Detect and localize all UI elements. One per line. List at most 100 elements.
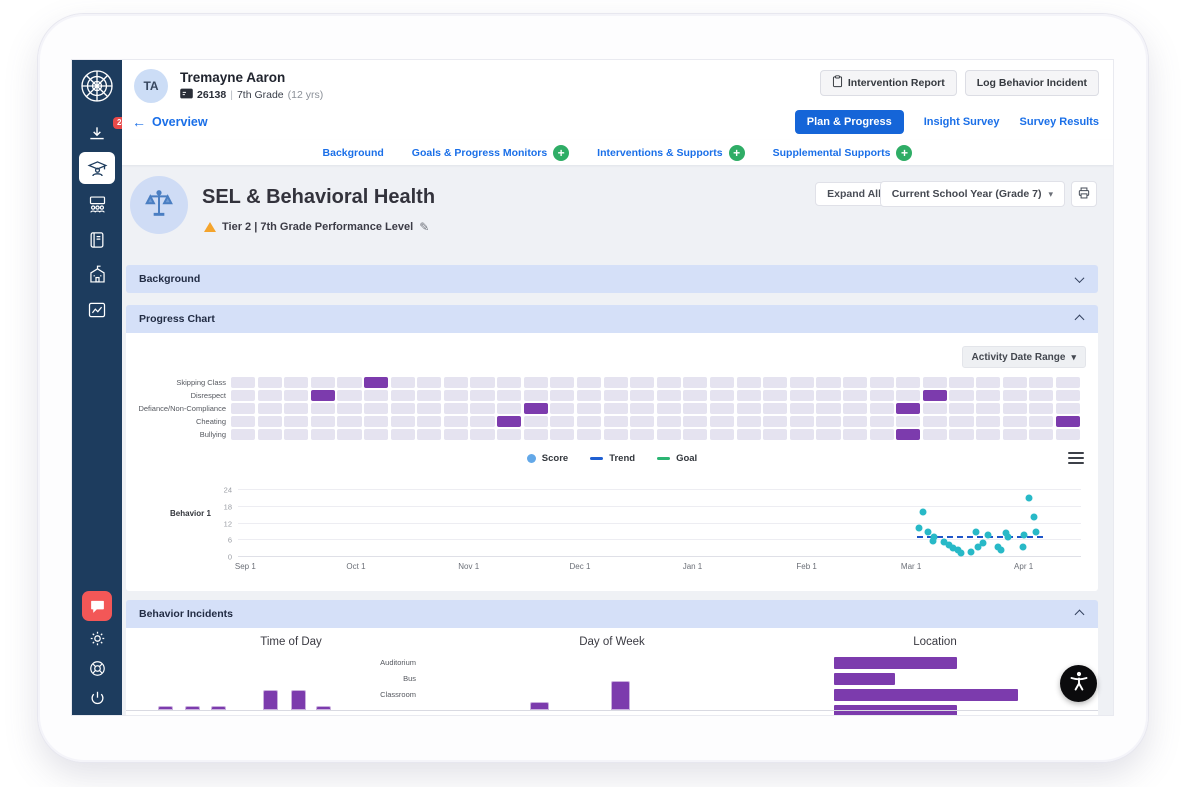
scatter-plot: 06121824Sep 1Oct 1Nov 1Dec 1Jan 1Feb 1Ma… bbox=[238, 490, 1081, 557]
sidebar-item-student-profile[interactable] bbox=[72, 152, 122, 184]
heatmap-cell bbox=[976, 390, 1000, 401]
edit-pencil-icon[interactable]: ✎ bbox=[419, 220, 429, 234]
heatmap-cell bbox=[550, 403, 574, 414]
score-point bbox=[997, 547, 1004, 554]
heatmap-cell bbox=[417, 429, 441, 440]
heatmap-cell bbox=[577, 377, 601, 388]
chart-legend: ScoreTrendGoal bbox=[126, 453, 1098, 464]
heatmap-cell bbox=[444, 403, 468, 414]
heatmap-cell bbox=[444, 416, 468, 427]
score-point bbox=[1030, 514, 1037, 521]
nav-supplemental-supports[interactable]: Supplemental Supports + bbox=[773, 145, 913, 161]
heatmap-row-label: Cheating bbox=[126, 416, 226, 427]
back-to-overview-link[interactable]: ← Overview bbox=[132, 114, 208, 130]
heatmap-cell bbox=[816, 403, 840, 414]
tab-plan-progress[interactable]: Plan & Progress bbox=[795, 110, 904, 134]
heatmap-cell bbox=[417, 416, 441, 427]
sidebar-item-chat[interactable] bbox=[72, 591, 122, 621]
add-supplemental-icon[interactable]: + bbox=[896, 145, 912, 161]
gridline bbox=[238, 506, 1081, 507]
heatmap-cell bbox=[470, 403, 494, 414]
tab-survey-results[interactable]: Survey Results bbox=[1020, 116, 1099, 128]
add-intervention-icon[interactable]: + bbox=[729, 145, 745, 161]
heatmap-cell bbox=[284, 390, 308, 401]
student-meta: 26138 | 7th Grade (12 yrs) bbox=[180, 88, 323, 102]
score-point bbox=[1019, 543, 1026, 550]
sidebar-item-settings[interactable] bbox=[72, 629, 122, 648]
sidebar-item-school[interactable] bbox=[72, 264, 122, 285]
add-goal-icon[interactable]: + bbox=[553, 145, 569, 161]
sidebar-item-courses[interactable] bbox=[72, 230, 122, 250]
heatmap-grid bbox=[231, 377, 1080, 440]
heatmap-cell bbox=[337, 429, 361, 440]
heatmap-cell bbox=[524, 403, 548, 414]
heatmap-cell bbox=[311, 416, 335, 427]
student-id: 26138 bbox=[197, 89, 226, 101]
heatmap-cell bbox=[763, 377, 787, 388]
day-of-week-title: Day of Week bbox=[542, 636, 682, 648]
score-point bbox=[980, 540, 987, 547]
school-year-dropdown[interactable]: Current School Year (Grade 7) ▾ bbox=[880, 181, 1065, 207]
heatmap-cell bbox=[843, 377, 867, 388]
view-tabs: Plan & Progress Insight Survey Survey Re… bbox=[795, 110, 1099, 134]
student-name: Tremayne Aaron bbox=[180, 70, 285, 85]
sidebar-item-support[interactable] bbox=[72, 659, 122, 678]
app-logo[interactable] bbox=[72, 68, 122, 104]
heatmap-cell bbox=[870, 377, 894, 388]
area-chart-icon bbox=[87, 300, 107, 320]
heatmap-cell bbox=[843, 429, 867, 440]
heatmap-cell bbox=[923, 377, 947, 388]
student-age: (12 yrs) bbox=[288, 89, 324, 101]
x-tick-label: Nov 1 bbox=[458, 562, 479, 571]
x-tick-label: Jan 1 bbox=[683, 562, 703, 571]
heatmap-row bbox=[231, 377, 1080, 388]
heatmap-cell bbox=[790, 416, 814, 427]
heatmap-cell bbox=[1056, 390, 1080, 401]
heatmap-cell bbox=[364, 429, 388, 440]
sidebar-item-classroom[interactable] bbox=[72, 194, 122, 215]
heatmap-cell bbox=[976, 429, 1000, 440]
score-point bbox=[1004, 534, 1011, 541]
nav-background[interactable]: Background bbox=[323, 147, 384, 159]
domain-icon-circle bbox=[130, 176, 188, 234]
heatmap-cell bbox=[763, 390, 787, 401]
heatmap-cell bbox=[949, 416, 973, 427]
heatmap-cell bbox=[976, 403, 1000, 414]
section-behavior-incidents[interactable]: Behavior Incidents bbox=[126, 600, 1098, 628]
heatmap-cell bbox=[683, 429, 707, 440]
log-behavior-incident-button[interactable]: Log Behavior Incident bbox=[965, 70, 1099, 96]
legend-trend-marker bbox=[590, 457, 603, 460]
section-background[interactable]: Background bbox=[126, 265, 1098, 293]
chart-menu-icon[interactable] bbox=[1068, 452, 1084, 464]
heatmap-row bbox=[231, 429, 1080, 440]
heatmap-cell bbox=[923, 390, 947, 401]
sidebar-item-notifications[interactable]: 24 bbox=[72, 124, 122, 144]
heatmap-cell bbox=[923, 416, 947, 427]
heatmap-cell bbox=[364, 403, 388, 414]
nav-goals-progress-monitors[interactable]: Goals & Progress Monitors + bbox=[412, 145, 569, 161]
sidebar-item-analytics[interactable] bbox=[72, 300, 122, 320]
accessibility-button[interactable] bbox=[1060, 665, 1097, 702]
intervention-report-button[interactable]: Intervention Report bbox=[820, 70, 957, 96]
section-progress-chart[interactable]: Progress Chart bbox=[126, 305, 1098, 333]
heatmap-cell bbox=[391, 429, 415, 440]
heatmap-cell bbox=[1029, 429, 1053, 440]
heatmap-cell bbox=[311, 390, 335, 401]
app-screen: 24 bbox=[72, 60, 1113, 715]
print-button[interactable] bbox=[1071, 181, 1097, 207]
heatmap-cell bbox=[737, 416, 761, 427]
sidebar-item-logout[interactable] bbox=[72, 689, 122, 708]
heatmap-cell bbox=[657, 429, 681, 440]
tab-insight-survey[interactable]: Insight Survey bbox=[924, 116, 1000, 128]
progress-chart-panel: Activity Date Range ▾ Skipping ClassDisr… bbox=[126, 333, 1098, 591]
heatmap-cell bbox=[284, 403, 308, 414]
heatmap-cell bbox=[1003, 416, 1027, 427]
heatmap-cell bbox=[258, 390, 282, 401]
activity-date-range-button[interactable]: Activity Date Range ▾ bbox=[962, 346, 1086, 368]
heatmap-cell bbox=[604, 429, 628, 440]
school-building-icon bbox=[87, 264, 108, 285]
nav-interventions-supports[interactable]: Interventions & Supports + bbox=[597, 145, 744, 161]
legend-label: Score bbox=[542, 453, 568, 464]
heatmap-cell bbox=[444, 377, 468, 388]
heatmap-cell bbox=[524, 390, 548, 401]
